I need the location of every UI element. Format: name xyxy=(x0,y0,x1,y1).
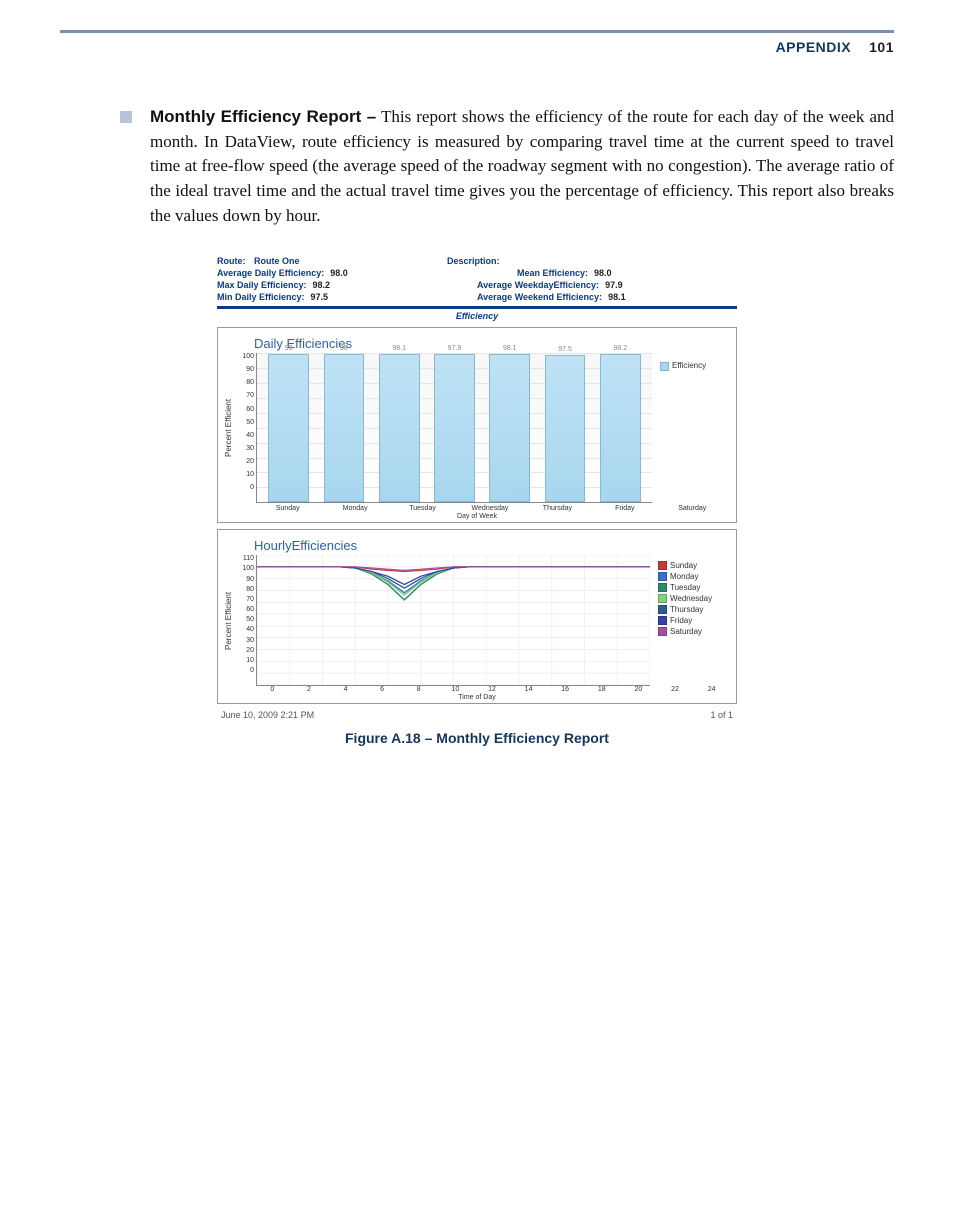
chart2-title: HourlyEfficiencies xyxy=(254,538,730,553)
bullet-icon xyxy=(120,111,132,123)
chart1-ylabel: Percent Efficient xyxy=(224,353,236,503)
efficiency-title: Efficiency xyxy=(217,306,737,321)
mean-label: Mean Efficiency: xyxy=(517,268,588,278)
legend-item: Thursday xyxy=(658,605,730,614)
chart2-xlabel: Time of Day xyxy=(224,694,730,701)
max-label: Max Daily Efficiency: xyxy=(217,280,307,290)
chart1-xlabel: Day of Week xyxy=(224,513,730,520)
chart1-legend: Efficiency xyxy=(652,353,730,503)
avg-daily-label: Average Daily Efficiency: xyxy=(217,268,324,278)
legend-item: Sunday xyxy=(658,561,730,570)
legend-item: Monday xyxy=(658,572,730,581)
avg-wkday-label: Average WeekdayEfficiency: xyxy=(477,280,599,290)
description-label: Description: xyxy=(447,256,500,266)
hourly-efficiencies-chart: HourlyEfficiencies Percent Efficient 110… xyxy=(217,529,737,704)
section-title: APPENDIX xyxy=(776,39,852,55)
legend-item: Tuesday xyxy=(658,583,730,592)
chart2-ylabel: Percent Efficient xyxy=(224,555,236,686)
avg-wkday-value: 97.9 xyxy=(605,280,623,290)
footer-date: June 10, 2009 2:21 PM xyxy=(221,710,314,720)
min-value: 97.5 xyxy=(311,292,329,302)
footer-page: 1 of 1 xyxy=(710,710,733,720)
min-label: Min Daily Efficiency: xyxy=(217,292,305,302)
legend-item: Saturday xyxy=(658,627,730,636)
daily-efficiencies-chart: Daily Efficiencies Percent Efficient 100… xyxy=(217,327,737,523)
paragraph-lead: Monthly Efficiency Report – xyxy=(150,107,376,126)
mean-value: 98.0 xyxy=(594,268,612,278)
report-footer: June 10, 2009 2:21 PM 1 of 1 xyxy=(217,710,737,720)
report-meta: Route: Route One Description: Average Da… xyxy=(217,256,737,302)
page-header: APPENDIX 101 xyxy=(60,39,894,55)
route-value: Route One xyxy=(254,256,300,266)
body-paragraph: Monthly Efficiency Report – This report … xyxy=(150,105,894,228)
chart1-legend-label: Efficiency xyxy=(672,361,706,370)
page-number: 101 xyxy=(869,39,894,55)
report-figure: Route: Route One Description: Average Da… xyxy=(217,256,737,746)
chart2-legend: Sunday Monday Tuesday Wednesday Thursday Frid… xyxy=(650,555,730,686)
max-value: 98.2 xyxy=(313,280,331,290)
legend-item: Friday xyxy=(658,616,730,625)
avg-wkend-label: Average Weekend Efficiency: xyxy=(477,292,602,302)
avg-wkend-value: 98.1 xyxy=(608,292,626,302)
legend-item: Wednesday xyxy=(658,594,730,603)
route-label: Route: xyxy=(217,256,246,266)
figure-caption: Figure A.18 – Monthly Efficiency Report xyxy=(217,730,737,746)
avg-daily-value: 98.0 xyxy=(330,268,348,278)
